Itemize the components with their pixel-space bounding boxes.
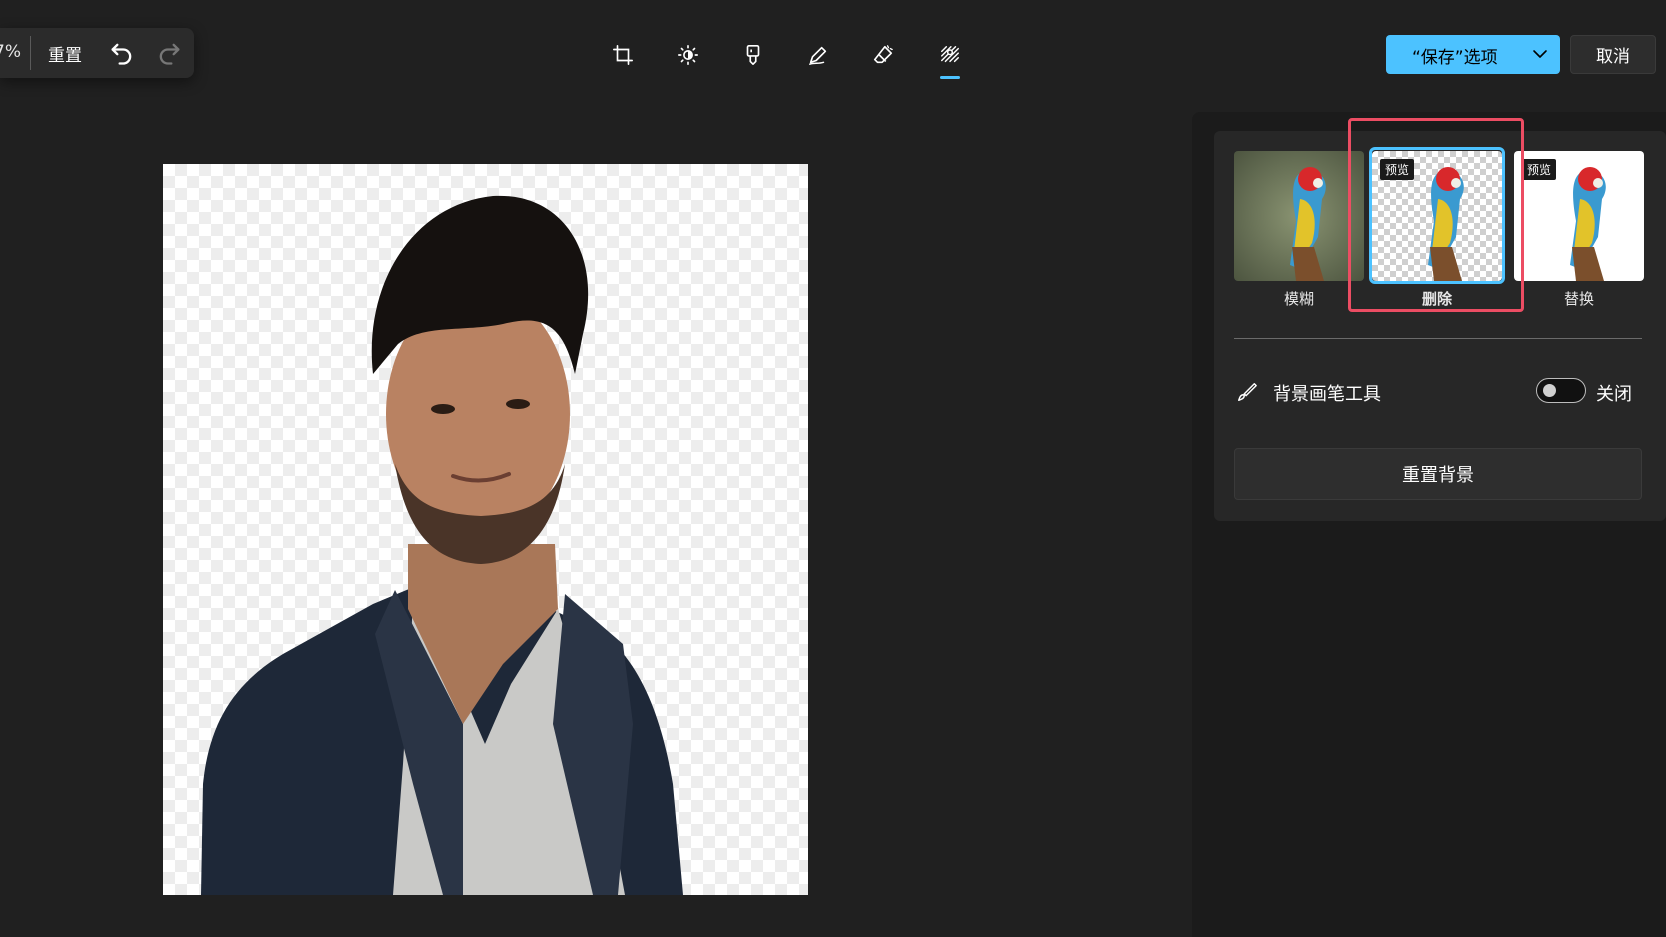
cancel-button[interactable]: 取消 [1570, 35, 1656, 74]
pen-icon[interactable] [801, 38, 835, 72]
background-option-blur[interactable] [1234, 151, 1364, 281]
chevron-down-icon[interactable] [1532, 46, 1548, 62]
option-label-blur: 模糊 [1283, 290, 1314, 308]
toggle-knob [1543, 384, 1556, 397]
reset-button[interactable]: 重置 [48, 41, 82, 66]
background-brush-label: 背景画笔工具 [1273, 384, 1381, 405]
save-options-button[interactable]: “保存”选项 [1386, 35, 1560, 74]
save-options-label: “保存”选项 [1412, 48, 1498, 68]
divider [30, 36, 31, 70]
brightness-icon[interactable] [671, 38, 705, 72]
toggle-state-label: 关闭 [1596, 384, 1632, 405]
undo-icon[interactable] [108, 39, 136, 67]
zoom-reset-bar: 7% 重置 [0, 28, 194, 78]
reset-background-button[interactable]: 重置背景 [1234, 448, 1642, 500]
background-brush-toggle[interactable] [1536, 378, 1586, 403]
eraser-icon[interactable] [866, 38, 900, 72]
panel-divider [1234, 338, 1642, 339]
background-icon[interactable] [933, 38, 967, 72]
parrot-blur-thumbnail [1234, 151, 1364, 281]
redo-icon[interactable] [155, 39, 183, 67]
image-canvas[interactable] [163, 164, 808, 895]
option-label-replace: 替换 [1563, 290, 1594, 308]
active-tool-indicator [940, 76, 960, 79]
brush-icon [1238, 383, 1257, 401]
highlight-annotation [1348, 118, 1524, 312]
preview-badge: 预览 [1522, 159, 1557, 180]
crop-icon[interactable] [606, 38, 640, 72]
background-option-replace[interactable]: 预览 [1514, 151, 1644, 281]
portrait-subject [201, 195, 683, 895]
zoom-level: 7% [0, 42, 21, 62]
marker-icon[interactable] [736, 38, 770, 72]
